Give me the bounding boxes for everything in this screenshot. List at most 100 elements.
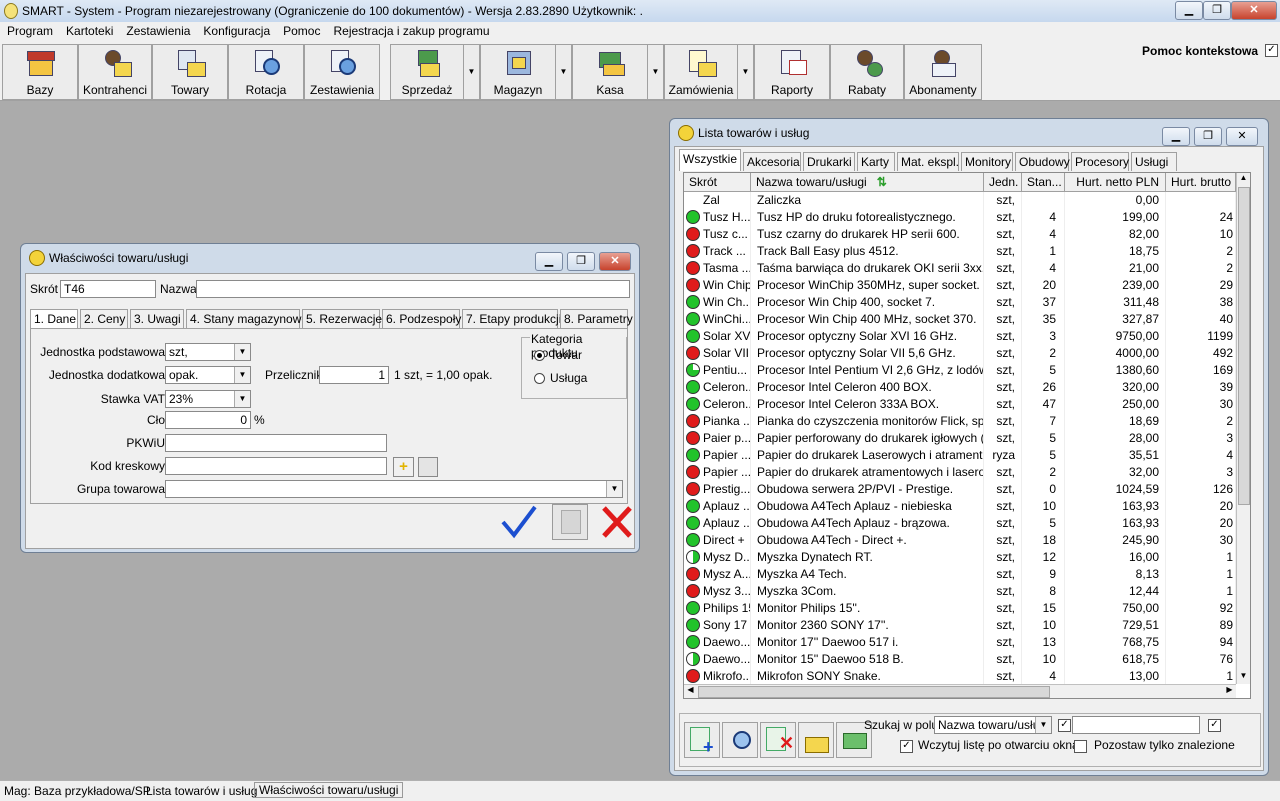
toolbar-abonamenty-button[interactable]: Abonamenty: [904, 44, 982, 100]
props-close-button[interactable]: ✕: [599, 252, 631, 271]
kod-kreskowy-input[interactable]: [165, 457, 387, 475]
table-row[interactable]: Celeron... Procesor Intel Celeron 400 BOX…: [684, 379, 1236, 396]
pkwiu-input[interactable]: [165, 434, 387, 452]
tab-obudowy[interactable]: Obudowy: [1015, 152, 1070, 171]
props-restore-button[interactable]: ❐: [567, 252, 595, 271]
menu-kartoteki[interactable]: Kartoteki: [59, 22, 119, 38]
toolbar-towary-button[interactable]: Towary: [152, 44, 228, 100]
zamowienia-dropdown-arrow[interactable]: ▼: [737, 44, 754, 100]
table-row[interactable]: Mysz D... Myszka Dynatech RT. szt, 12 16,00 1: [684, 549, 1236, 566]
menu-pomoc[interactable]: Pomoc: [276, 22, 326, 38]
list-minimize-button[interactable]: ▁: [1162, 127, 1190, 146]
table-row[interactable]: Papier ... Papier do drukarek atramentowy…: [684, 464, 1236, 481]
table-row[interactable]: Daewo... Monitor 15'' Daewoo 518 B. szt, 10…: [684, 651, 1236, 668]
usluga-radio[interactable]: [534, 373, 545, 384]
table-row[interactable]: Prestig... Obudowa serwera 2P/PVI - Prest…: [684, 481, 1236, 498]
tab-uslugi[interactable]: Usługi: [1131, 152, 1177, 171]
table-row[interactable]: Solar XVI Procesor optyczny Solar XVI 16 …: [684, 328, 1236, 345]
load-on-open-checkbox[interactable]: ✓: [900, 740, 913, 753]
search-input[interactable]: [1072, 716, 1200, 734]
table-row[interactable]: Mysz 3... Myszka 3Com. szt, 8 12,44 1: [684, 583, 1236, 600]
menu-konfiguracja[interactable]: Konfiguracja: [196, 22, 276, 38]
vertical-scrollbar[interactable]: ▲ ▼: [1236, 173, 1250, 684]
tab-parametry[interactable]: 8. Parametry: [560, 309, 633, 328]
toolbar-zamowienia-button[interactable]: Zamówienia: [664, 44, 738, 100]
list-close-button[interactable]: ✕: [1226, 127, 1258, 146]
cancel-button[interactable]: [600, 504, 634, 540]
toolbar-raporty-button[interactable]: Raporty: [754, 44, 830, 100]
ok-button[interactable]: [500, 504, 538, 540]
table-row[interactable]: Paier p... Papier perforowany do drukarek…: [684, 430, 1236, 447]
table-row[interactable]: Track ... Track Ball Easy plus 4512. szt, 1…: [684, 243, 1236, 260]
table-row[interactable]: Daewo... Monitor 17'' Daewoo 517 i. szt, 13…: [684, 634, 1236, 651]
restore-button[interactable]: ❐: [1203, 1, 1231, 20]
search-item-button[interactable]: [722, 722, 758, 758]
add-item-button[interactable]: +: [684, 722, 720, 758]
table-row[interactable]: Zal Zaliczka szt, 0,00: [684, 192, 1236, 209]
stawka-vat-select[interactable]: 23% ▼: [165, 390, 251, 408]
toolbar-kasa-button[interactable]: Kasa: [572, 44, 648, 100]
scroll-down-arrow[interactable]: ▼: [1237, 671, 1250, 684]
grupa-towarowa-select[interactable]: ▼: [165, 480, 623, 498]
nazwa-input[interactable]: [196, 280, 630, 298]
table-row[interactable]: Philips 15 Monitor Philips 15''. szt, 15 750…: [684, 600, 1236, 617]
scroll-up-arrow[interactable]: ▲: [1237, 173, 1250, 186]
table-row[interactable]: Aplauz ... Obudowa A4Tech Aplauz - niebie…: [684, 498, 1236, 515]
menu-program[interactable]: Program: [0, 22, 59, 38]
tab-podzespoly[interactable]: 6. Podzespoły: [382, 309, 461, 328]
search-option-checkbox[interactable]: ✓: [1058, 719, 1071, 732]
toolbar-rabaty-button[interactable]: Rabaty: [830, 44, 904, 100]
table-row[interactable]: Pentiu... Procesor Intel Pentium VI 2,6 G…: [684, 362, 1236, 379]
tab-wszystkie[interactable]: Wszystkie: [679, 149, 741, 171]
sprzedaz-dropdown-arrow[interactable]: ▼: [463, 44, 480, 100]
search-field-select[interactable]: Nazwa towaru/usług ▼: [934, 716, 1052, 734]
table-row[interactable]: Direct + Obudowa A4Tech - Direct +. szt, 18…: [684, 532, 1236, 549]
table-row[interactable]: Papier ... Papier do drukarek Laserowych …: [684, 447, 1236, 464]
delete-item-button[interactable]: ✕: [760, 722, 796, 758]
col-stan[interactable]: Stan...: [1022, 173, 1065, 191]
col-skrot[interactable]: Skrót: [684, 173, 751, 191]
help-context-checkbox[interactable]: ✓: [1265, 44, 1278, 57]
scroll-left-arrow[interactable]: ◀: [684, 685, 697, 698]
add-barcode-button[interactable]: +: [393, 457, 414, 477]
tab-drukarki[interactable]: Drukarki: [803, 152, 855, 171]
toolbar-sprzedaz-button[interactable]: Sprzedaż: [390, 44, 464, 100]
table-row[interactable]: Aplauz ... Obudowa A4Tech Aplauz - brązow…: [684, 515, 1236, 532]
col-brutto[interactable]: Hurt. brutto: [1166, 173, 1236, 191]
table-row[interactable]: Tusz c... Tusz czarny do drukarek HP seri…: [684, 226, 1236, 243]
col-jedn[interactable]: Jedn.: [984, 173, 1022, 191]
table-row[interactable]: Sony 17 Monitor 2360 SONY 17''. szt, 10 729,…: [684, 617, 1236, 634]
search-exact-checkbox[interactable]: ✓: [1208, 719, 1221, 732]
tab-procesory[interactable]: Procesory: [1071, 152, 1129, 171]
jednostka-podstawowa-select[interactable]: szt, ▼: [165, 343, 251, 361]
status-window-props[interactable]: Właściwości towaru/usługi: [254, 782, 404, 798]
tab-akcesoria[interactable]: Akcesoria: [743, 152, 801, 171]
tab-ceny[interactable]: 2. Ceny: [80, 309, 128, 328]
towar-radio[interactable]: [534, 350, 545, 361]
save-button[interactable]: [552, 504, 588, 540]
tab-uwagi[interactable]: 3. Uwagi: [130, 309, 184, 328]
scroll-right-arrow[interactable]: ▶: [1223, 685, 1236, 698]
tab-mat-ekspl[interactable]: Mat. ekspl.: [897, 152, 959, 171]
col-netto[interactable]: Hurt. netto PLN: [1065, 173, 1166, 191]
clo-input[interactable]: 0: [165, 411, 251, 429]
table-row[interactable]: Tasma ... Taśma barwiąca do drukarek OKI …: [684, 260, 1236, 277]
tab-rezerwacje[interactable]: 5. Rezerwacje: [302, 309, 382, 328]
menu-rejestracja[interactable]: Rejestracja i zakup programu: [326, 22, 495, 38]
folder-item-button[interactable]: [798, 722, 834, 758]
magazyn-dropdown-arrow[interactable]: ▼: [555, 44, 572, 100]
table-row[interactable]: Tusz H... Tusz HP do druku fotorealistycz…: [684, 209, 1236, 226]
toolbar-rotacja-button[interactable]: Rotacja: [228, 44, 304, 100]
hscroll-thumb[interactable]: [698, 686, 1050, 698]
skrot-input[interactable]: T46: [60, 280, 156, 298]
jednostka-dodatkowa-select[interactable]: opak. ▼: [165, 366, 251, 384]
toolbar-zestawienia-button[interactable]: Zestawienia: [304, 44, 380, 100]
props-minimize-button[interactable]: ▁: [535, 252, 563, 271]
minimize-button[interactable]: ▁: [1175, 1, 1203, 20]
table-row[interactable]: Mikrofo... Mikrofon SONY Snake. szt, 4 13,00…: [684, 668, 1236, 685]
tab-karty[interactable]: Karty: [857, 152, 895, 171]
menu-zestawienia[interactable]: Zestawienia: [119, 22, 196, 38]
scroll-thumb[interactable]: [1238, 187, 1250, 505]
table-row[interactable]: Solar VII Procesor optyczny Solar VII 5,6…: [684, 345, 1236, 362]
col-nazwa[interactable]: Nazwa towaru/usługi ⇅: [751, 173, 984, 191]
